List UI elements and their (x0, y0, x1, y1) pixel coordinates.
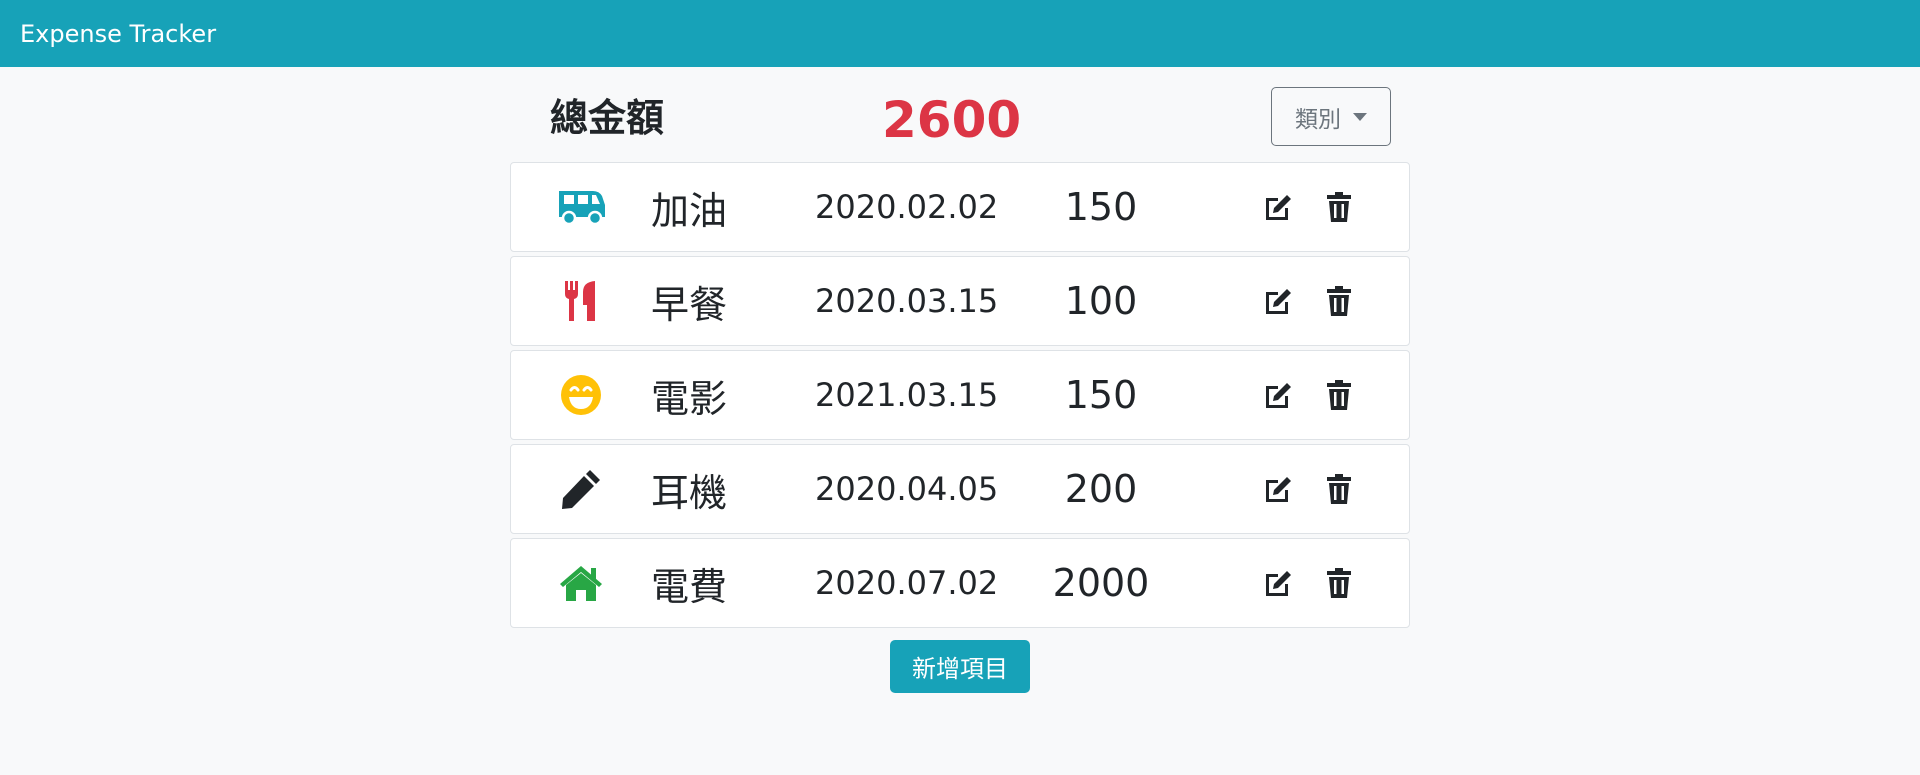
app-title[interactable]: Expense Tracker (20, 20, 216, 48)
caret-down-icon (1353, 112, 1367, 121)
record-row: 早餐 2020.03.15 100 (510, 256, 1410, 346)
trash-icon[interactable] (1319, 351, 1359, 439)
record-row: 電費 2020.07.02 2000 (510, 538, 1410, 628)
record-date: 2020.02.02 (815, 188, 999, 226)
trash-icon[interactable] (1319, 163, 1359, 251)
record-date: 2020.07.02 (815, 564, 999, 602)
record-amount: 100 (1064, 279, 1138, 323)
record-name: 電影 (651, 376, 728, 421)
main-container: 總金額 2600 類別 加油 2020.02.02 150 早餐 2020.03… (510, 67, 1410, 628)
add-wrap: 新增項目 (510, 640, 1410, 693)
record-date: 2021.03.15 (815, 376, 999, 414)
record-amount: 150 (1064, 185, 1138, 229)
add-item-button[interactable]: 新增項目 (890, 640, 1030, 693)
pencil-icon (553, 445, 609, 533)
trash-icon[interactable] (1319, 539, 1359, 627)
trash-icon[interactable] (1319, 445, 1359, 533)
record-amount: 2000 (1052, 561, 1150, 605)
record-date: 2020.03.15 (815, 282, 999, 320)
edit-icon[interactable] (1259, 351, 1299, 439)
record-name: 耳機 (651, 470, 728, 515)
trash-icon[interactable] (1319, 257, 1359, 345)
record-amount: 200 (1064, 467, 1138, 511)
record-name: 早餐 (651, 282, 728, 327)
top-navbar: Expense Tracker (0, 0, 1920, 67)
record-date: 2020.04.05 (815, 470, 999, 508)
category-dropdown[interactable]: 類別 (1271, 87, 1391, 146)
record-name: 加油 (651, 188, 728, 233)
grin-icon (553, 351, 609, 439)
edit-icon[interactable] (1259, 257, 1299, 345)
van-icon (553, 163, 609, 251)
total-label: 總金額 (550, 96, 665, 140)
utensils-icon (553, 257, 609, 345)
edit-icon[interactable] (1259, 163, 1299, 251)
edit-icon[interactable] (1259, 539, 1299, 627)
record-row: 耳機 2020.04.05 200 (510, 444, 1410, 534)
summary-bar: 總金額 2600 類別 (510, 67, 1410, 162)
record-row: 電影 2021.03.15 150 (510, 350, 1410, 440)
record-amount: 150 (1064, 373, 1138, 417)
record-name: 電費 (651, 564, 728, 609)
record-row: 加油 2020.02.02 150 (510, 162, 1410, 252)
total-amount: 2600 (882, 91, 1022, 149)
category-dropdown-label: 類別 (1295, 106, 1341, 133)
edit-icon[interactable] (1259, 445, 1299, 533)
home-icon (553, 539, 609, 627)
